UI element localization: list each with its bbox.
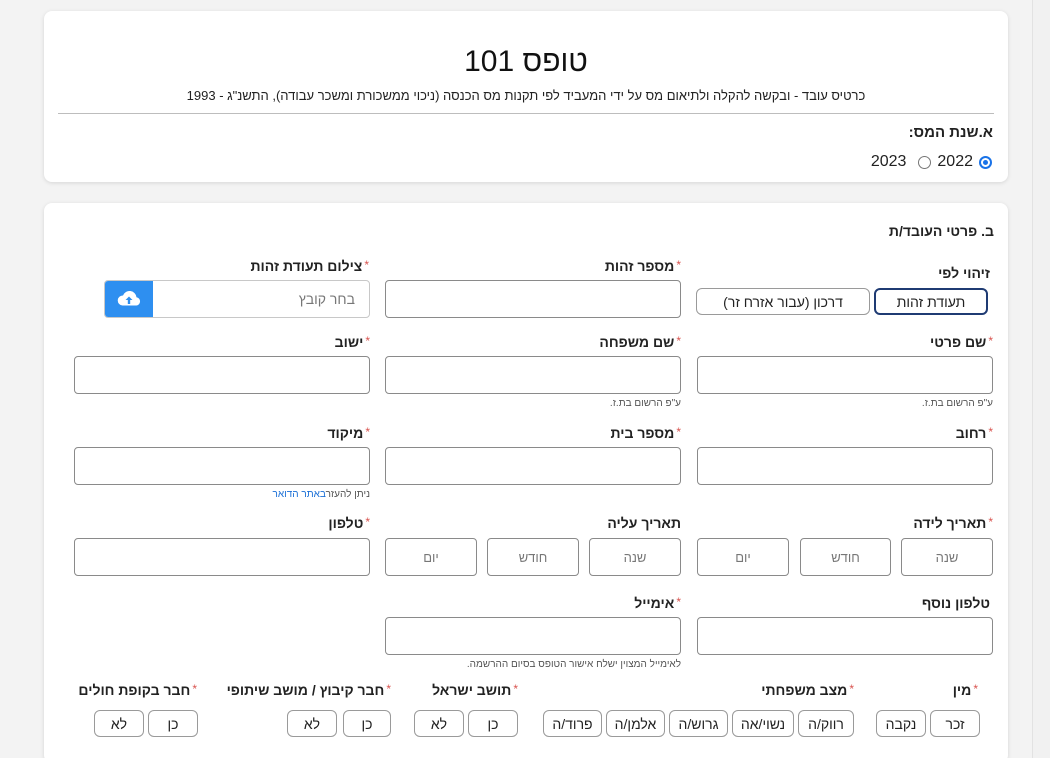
extra-phone-label: טלפון נוסף	[921, 595, 990, 611]
tax-year-2023-label: 2023	[870, 153, 907, 170]
birth-date-label: *תאריך לידה	[913, 515, 993, 531]
page-subtitle: כרטיס עובד - ובקשה להקלה ולתיאום מס על י…	[186, 88, 866, 103]
street-label: *רחוב	[955, 425, 993, 441]
kibbutz-member-label: *חבר קיבוץ / מושב שיתופי	[226, 682, 391, 698]
first-name-input[interactable]	[697, 356, 993, 394]
birth-month-input[interactable]: חודש	[800, 538, 891, 576]
first-name-hint: ע"פ הרשום בת.ז.	[921, 398, 993, 409]
aliyah-month-input[interactable]: חודש	[487, 538, 579, 576]
id-photo-label: *צילום תעודת זהות	[250, 258, 369, 274]
house-number-label: *מספר בית	[610, 425, 681, 441]
birth-day-input[interactable]: יום	[697, 538, 789, 576]
gender-label: *מין	[952, 682, 978, 698]
post-office-link[interactable]: באתר הדואר	[273, 489, 326, 500]
last-name-input[interactable]	[385, 356, 681, 394]
resident-no-button[interactable]: לא	[414, 710, 464, 737]
house-number-input[interactable]	[385, 447, 681, 485]
page-title: טופס 101	[464, 45, 588, 78]
id-photo-file-input[interactable]: בחר קובץ	[104, 280, 370, 318]
gender-male-button[interactable]: זכר	[930, 710, 980, 737]
id-type-passport-button[interactable]: דרכון (עבור אזרח זר)	[696, 288, 870, 315]
section-title: ב. פרטי העובד/ת	[888, 223, 994, 239]
kibbutz-no-button[interactable]: לא	[287, 710, 337, 737]
id-type-teudat-zehut-button[interactable]: תעודת זהות	[874, 288, 988, 315]
upload-button[interactable]	[105, 281, 153, 317]
employee-details-card: ב. פרטי העובד/ת זיהוי לפי תעודת זהות דרכ…	[44, 203, 1008, 758]
hmo-no-button[interactable]: לא	[94, 710, 144, 737]
last-name-hint: ע"פ הרשום בת.ז.	[609, 398, 681, 409]
marital-divorced-button[interactable]: גרוש/ה	[669, 710, 728, 737]
marital-separated-button[interactable]: פרוד/ה	[543, 710, 602, 737]
resident-yes-button[interactable]: כן	[468, 710, 518, 737]
aliyah-day-input[interactable]: יום	[385, 538, 477, 576]
first-name-label: *שם פרטי	[930, 334, 993, 350]
marital-single-button[interactable]: רווק/ה	[798, 710, 854, 737]
file-placeholder: בחר קובץ	[298, 291, 355, 307]
tax-year-2022-radio[interactable]	[979, 155, 992, 169]
hmo-yes-button[interactable]: כן	[148, 710, 198, 737]
marital-widowed-button[interactable]: אלמן/ה	[606, 710, 665, 737]
city-input[interactable]	[74, 356, 370, 394]
id-by-label: זיהוי לפי	[938, 265, 990, 281]
tax-year-2023-radio[interactable]	[918, 155, 932, 169]
cloud-upload-icon	[117, 290, 141, 306]
city-label: *ישוב	[334, 334, 370, 350]
phone-input[interactable]	[74, 538, 370, 576]
birth-year-input[interactable]: שנה	[901, 538, 993, 576]
street-input[interactable]	[697, 447, 993, 485]
marital-married-button[interactable]: נשוי/אה	[732, 710, 794, 737]
hmo-member-label: *חבר בקופת חולים	[78, 682, 197, 698]
id-number-label: *מספר זהות	[604, 258, 681, 274]
tax-year-2022-label: 2022	[937, 153, 973, 170]
email-label: *אימייל	[634, 595, 681, 611]
email-hint: לאימייל המצוין ישלח אישור הטופס בסיום הה…	[466, 659, 681, 670]
extra-phone-input[interactable]	[697, 617, 993, 655]
tax-year-radio-group: 2022 2023	[871, 153, 992, 171]
zip-label: *מיקוד	[327, 425, 370, 441]
tax-year-label: א.שנת המס:	[908, 124, 993, 141]
aliyah-date-label: תאריך עליה	[607, 515, 681, 531]
page-scrollbar[interactable]	[1032, 0, 1050, 758]
marital-status-label: *מצב משפחתי	[761, 682, 854, 698]
aliyah-year-input[interactable]: שנה	[589, 538, 681, 576]
form-header-card: טופס 101 כרטיס עובד - ובקשה להקלה ולתיאו…	[44, 11, 1008, 182]
phone-label: *טלפון	[328, 515, 370, 531]
divider	[58, 113, 994, 114]
israel-resident-label: *תושב ישראל	[432, 682, 518, 698]
zip-input[interactable]	[74, 447, 370, 485]
kibbutz-yes-button[interactable]: כן	[343, 710, 391, 737]
gender-female-button[interactable]: נקבה	[876, 710, 926, 737]
last-name-label: *שם משפחה	[599, 334, 681, 350]
email-input[interactable]	[385, 617, 681, 655]
zip-hint: ניתן להעזרבאתר הדואר	[272, 489, 371, 500]
id-number-input[interactable]	[385, 280, 681, 318]
